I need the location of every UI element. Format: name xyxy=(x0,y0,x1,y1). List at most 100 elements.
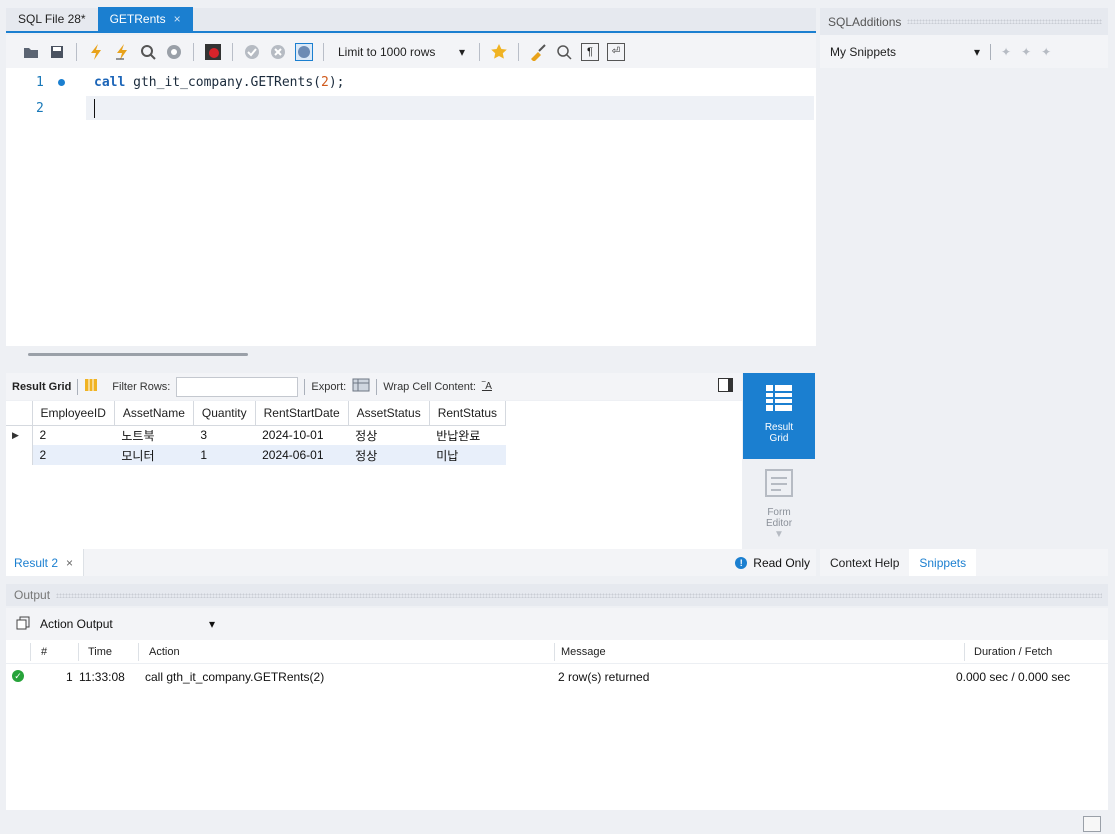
action-output-list[interactable]: # Time Action Message Duration / Fetch ✓… xyxy=(6,640,1108,810)
success-check-icon: ✓ xyxy=(12,670,24,682)
column-header[interactable]: AssetStatus xyxy=(348,401,430,426)
output-panel-header: Output xyxy=(6,584,1108,606)
toolbar-separator xyxy=(990,43,991,60)
output-title: Output xyxy=(14,588,51,602)
result-tabs-bar: Result 2 × ! Read Only xyxy=(6,549,816,576)
table-cell[interactable]: 정상 xyxy=(348,445,430,465)
editor-horizontal-scrollbar[interactable] xyxy=(6,346,816,370)
filter-rows-input[interactable] xyxy=(176,376,299,397)
output-col-action: Action xyxy=(149,646,180,658)
tab-sql-file-28[interactable]: SQL File 28* xyxy=(6,7,98,31)
snippets-toolbar: My Snippets ▾ ✦ ✦ ✦ xyxy=(820,35,1108,68)
table-cell[interactable]: 모니터 xyxy=(114,445,194,465)
column-separator xyxy=(30,643,31,661)
add-snippet-star-icon[interactable] xyxy=(490,43,508,61)
output-col-num: # xyxy=(41,646,48,658)
explain-magnifier-icon[interactable] xyxy=(139,43,157,61)
output-message: 2 row(s) returned xyxy=(558,670,650,684)
result-table: EmployeeID AssetName Quantity RentStartD… xyxy=(6,401,507,465)
rollback-icon[interactable] xyxy=(269,43,287,61)
line-number: 1 xyxy=(36,75,44,90)
tab-context-help[interactable]: Context Help xyxy=(820,549,909,576)
form-editor-view-button[interactable]: Form Editor ▼ xyxy=(743,460,815,548)
result-grid[interactable]: EmployeeID AssetName Quantity RentStartD… xyxy=(6,401,742,549)
table-cell[interactable]: 2 xyxy=(32,425,114,445)
stop-icon[interactable] xyxy=(165,43,183,61)
execute-lightning-icon[interactable] xyxy=(87,43,105,61)
grid-columns-icon[interactable] xyxy=(84,378,98,395)
delete-snippet-icon[interactable]: ✦ xyxy=(1041,45,1051,59)
output-toolbar: Action Output ▾ xyxy=(6,608,1108,640)
result-grid-view-button[interactable]: Result Grid xyxy=(743,373,815,459)
insert-snippet-icon[interactable]: ✦ xyxy=(1001,45,1011,59)
tab-getrents[interactable]: GETRents × xyxy=(97,7,193,31)
table-cell[interactable]: 3 xyxy=(193,425,255,445)
chevron-down-icon: ▾ xyxy=(458,44,465,59)
autocommit-icon[interactable] xyxy=(295,42,313,61)
sql-additions-header: SQLAdditions xyxy=(820,8,1108,35)
line-number: 2 xyxy=(36,101,44,116)
sql-code-editor[interactable]: 1 2 call gth_it_company.GETRents(2); xyxy=(6,68,816,346)
text-caret xyxy=(94,99,95,118)
find-icon[interactable] xyxy=(555,43,573,61)
execute-current-icon[interactable] xyxy=(113,43,131,61)
form-icon xyxy=(765,469,793,497)
copy-icon[interactable] xyxy=(16,616,30,633)
toolbar-separator xyxy=(193,42,194,61)
tab-snippets[interactable]: Snippets xyxy=(909,549,977,576)
column-header[interactable]: AssetName xyxy=(114,401,194,426)
close-icon[interactable]: × xyxy=(66,556,73,570)
scrollbar-thumb[interactable] xyxy=(28,353,248,356)
output-duration: 0.000 sec / 0.000 sec xyxy=(956,670,1071,684)
table-cell[interactable]: 미납 xyxy=(429,445,506,465)
toolbar-separator xyxy=(304,378,306,395)
column-header[interactable]: RentStartDate xyxy=(255,401,349,426)
output-col-duration: Duration / Fetch xyxy=(974,646,1053,658)
table-cell[interactable]: 2 xyxy=(32,445,115,465)
snippets-list[interactable] xyxy=(820,68,1108,549)
output-num: 1 xyxy=(66,670,73,684)
table-cell[interactable]: 1 xyxy=(193,445,256,465)
commit-icon[interactable] xyxy=(243,43,261,61)
limit-rows-label: Limit to 1000 rows xyxy=(338,44,436,59)
filter-rows-label: Filter Rows: xyxy=(112,380,171,393)
table-cell[interactable]: 노트북 xyxy=(114,425,193,445)
chevron-down-icon[interactable]: ▼ xyxy=(743,529,815,540)
output-type-select[interactable]: Action Output ▾ xyxy=(40,617,215,631)
status-bar xyxy=(0,812,1115,834)
column-separator xyxy=(78,643,79,661)
replace-snippet-icon[interactable]: ✦ xyxy=(1021,45,1031,59)
table-cell[interactable]: 2024-10-01 xyxy=(255,425,348,445)
code-keyword: call xyxy=(94,75,126,90)
output-col-message: Message xyxy=(561,646,606,658)
result-tab-label: Result 2 xyxy=(14,555,59,570)
invisible-chars-icon[interactable]: ¶ xyxy=(581,42,599,61)
toggle-side-panel-icon[interactable] xyxy=(718,378,733,392)
table-row[interactable]: ▶ 2 노트북 3 2024-10-01 정상 반납완료 xyxy=(6,425,506,445)
list-item[interactable]: ✓ 1 11:33:08 call gth_it_company.GETRent… xyxy=(6,664,1108,686)
wrap-cell-icon[interactable]: ‾A xyxy=(482,381,492,392)
close-tab-icon[interactable]: × xyxy=(174,12,181,26)
table-cell[interactable]: 반납완료 xyxy=(429,425,505,445)
table-cell[interactable]: 2024-06-01 xyxy=(255,445,349,465)
panel-layout-icon[interactable] xyxy=(1083,816,1101,832)
result-grid-toolbar: Result Grid Filter Rows: Export: Wrap Ce… xyxy=(6,373,742,400)
save-icon[interactable] xyxy=(48,43,66,61)
open-folder-icon[interactable] xyxy=(22,43,40,61)
column-header[interactable]: Quantity xyxy=(193,401,256,426)
table-cell[interactable]: 정상 xyxy=(348,425,429,445)
toggle-error-icon[interactable] xyxy=(204,43,222,61)
snippets-select[interactable]: My Snippets ▾ xyxy=(830,45,980,59)
table-header-row: EmployeeID AssetName Quantity RentStartD… xyxy=(6,401,507,426)
word-wrap-icon[interactable]: ⏎ xyxy=(607,42,625,61)
limit-rows-select[interactable]: Limit to 1000 rows ▾ xyxy=(334,45,469,59)
export-icon[interactable] xyxy=(352,378,370,395)
toolbar-separator xyxy=(232,42,233,61)
toolbar-separator xyxy=(77,378,79,395)
current-row-arrow-icon: ▶ xyxy=(6,425,33,445)
tab-result-2[interactable]: Result 2 × xyxy=(6,549,85,576)
table-row[interactable]: 2 모니터 1 2024-06-01 정상 미납 xyxy=(6,445,506,465)
column-header[interactable]: RentStatus xyxy=(429,401,507,426)
column-header[interactable]: EmployeeID xyxy=(32,401,115,426)
beautify-brush-icon[interactable] xyxy=(529,43,547,61)
